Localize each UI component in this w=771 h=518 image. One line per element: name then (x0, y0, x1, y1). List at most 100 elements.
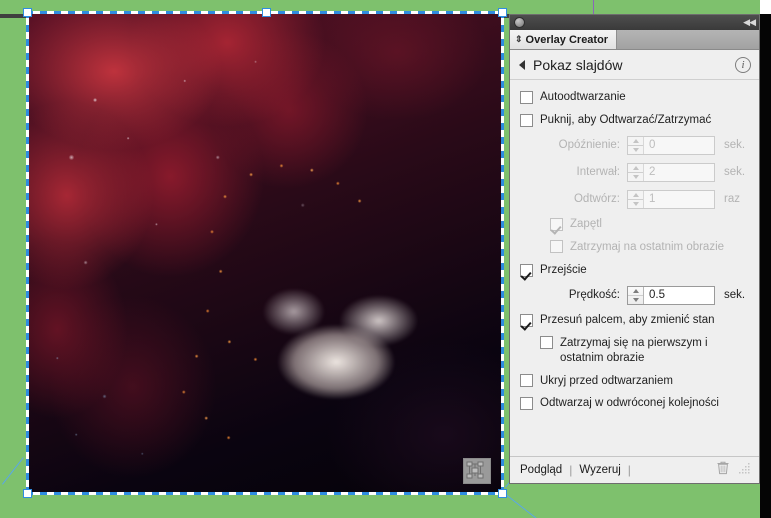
option-swipe-to-change[interactable]: Przesuń palcem, aby zmienić stan (520, 313, 749, 328)
nudibranch-photo[interactable] (29, 14, 501, 492)
repeat-increment-button[interactable] (628, 191, 643, 200)
photo-subject-layer (222, 219, 459, 449)
delay-increment-button[interactable] (628, 137, 643, 146)
back-arrow-icon[interactable] (519, 59, 525, 70)
delay-unit: sek. (724, 139, 746, 152)
chevron-up-icon (632, 138, 639, 143)
delay-decrement-button[interactable] (628, 146, 643, 154)
stop-last-frame-checkbox[interactable] (550, 239, 563, 253)
option-loop[interactable]: Zapętl (550, 217, 749, 232)
collapse-double-arrow-icon[interactable]: ◀◀ (743, 18, 756, 27)
resize-grip-icon[interactable] (739, 461, 751, 479)
option-stop-last-frame[interactable]: Zatrzymaj na ostatnim obrazie (550, 239, 749, 255)
overlay-creator-panel: ◀◀ ⇕ Overlay Creator Pokaz slajdów i Aut… (509, 14, 760, 484)
tab-overlay-creator[interactable]: ⇕ Overlay Creator (510, 30, 618, 49)
tab-label: Overlay Creator (525, 33, 609, 46)
chevron-up-icon (632, 165, 639, 170)
repeat-input[interactable]: 1 (644, 191, 714, 208)
footer-separator-1: | (569, 463, 573, 477)
field-delay[interactable]: Opóźnienie: 0 sek. (520, 135, 749, 155)
interval-increment-button[interactable] (628, 164, 643, 173)
resize-handle-top-right[interactable] (498, 8, 507, 17)
repeat-stepper[interactable]: 1 (627, 189, 715, 209)
trash-icon[interactable] (716, 460, 730, 480)
tap-to-play-checkbox[interactable] (520, 113, 533, 127)
option-hide-before-play[interactable]: Ukryj przed odtwarzaniem (520, 374, 749, 389)
option-reverse-order[interactable]: Odtwarzaj w odwróconej kolejności (520, 396, 749, 411)
speed-stepper[interactable]: 0.5 (627, 285, 715, 305)
repeat-label: Odtwórz: (573, 193, 620, 206)
delay-stepper[interactable]: 0 (627, 135, 715, 155)
footer-separator-2: | (627, 463, 631, 477)
reset-button[interactable]: Wyzeruj (579, 464, 620, 476)
option-tap-to-play[interactable]: Puknij, aby Odtwarzać/Zatrzymać (520, 113, 749, 128)
background-white-strip (760, 0, 771, 14)
resize-handle-top-center[interactable] (262, 8, 271, 17)
app-screen: ◀◀ ⇕ Overlay Creator Pokaz slajdów i Aut… (0, 0, 771, 518)
repeat-stepper-buttons[interactable] (628, 190, 644, 208)
speed-input[interactable]: 0.5 (644, 287, 714, 304)
overlay-widget-badge-icon[interactable] (463, 458, 491, 484)
delay-input[interactable]: 0 (644, 137, 714, 154)
image-canvas[interactable] (23, 8, 507, 498)
interval-label: Interwał: (576, 166, 620, 179)
option-stop-first-last[interactable]: Zatrzymaj się na pierwszym i ostatnim ob… (540, 335, 749, 366)
interval-stepper[interactable]: 2 (627, 162, 715, 182)
chevron-down-icon (632, 174, 639, 179)
interval-stepper-buttons[interactable] (628, 163, 644, 181)
swipe-to-change-checkbox[interactable] (520, 313, 533, 327)
chevron-down-icon (632, 201, 639, 206)
loop-checkbox[interactable] (550, 217, 563, 231)
speed-stepper-buttons[interactable] (628, 286, 644, 304)
speed-label: Prędkość: (568, 289, 620, 302)
autoplay-checkbox[interactable] (520, 90, 533, 104)
tap-to-play-label: Puknij, aby Odtwarzać/Zatrzymać (540, 113, 712, 126)
resize-handle-top-left[interactable] (23, 8, 32, 17)
swipe-to-change-label: Przesuń palcem, aby zmienić stan (540, 313, 715, 326)
resize-handle-bottom-right[interactable] (498, 489, 507, 498)
window-control-dot[interactable] (514, 17, 525, 28)
speed-decrement-button[interactable] (628, 296, 643, 304)
stop-first-last-label: Zatrzymaj się na pierwszym i ostatnim ob… (560, 336, 708, 364)
background-purple-line (593, 0, 594, 14)
info-icon[interactable]: i (735, 56, 751, 73)
panel-header: Pokaz slajdów i (510, 50, 759, 80)
chevron-down-icon (632, 147, 639, 152)
field-interval[interactable]: Interwał: 2 sek. (520, 162, 749, 182)
reverse-order-label: Odtwarzaj w odwróconej kolejności (540, 397, 719, 410)
speed-increment-button[interactable] (628, 287, 643, 296)
autoplay-label: Autoodtwarzanie (540, 91, 626, 103)
interval-decrement-button[interactable] (628, 173, 643, 181)
field-repeat[interactable]: Odtwórz: 1 raz (520, 189, 749, 209)
repeat-decrement-button[interactable] (628, 200, 643, 208)
interval-unit: sek. (724, 166, 746, 179)
stop-first-last-checkbox[interactable] (540, 335, 553, 349)
background-right-edge (760, 0, 771, 518)
stop-last-frame-label: Zatrzymaj na ostatnim obrazie (570, 240, 725, 253)
delay-label: Opóźnienie: (558, 139, 620, 152)
selection-edge-bottom (26, 492, 504, 495)
panel-tabbar: ⇕ Overlay Creator (510, 30, 759, 50)
reverse-order-checkbox[interactable] (520, 397, 533, 411)
repeat-unit: raz (724, 193, 740, 206)
speed-unit: sek. (724, 289, 746, 302)
loop-label: Zapętl (570, 217, 602, 230)
transition-checkbox[interactable] (520, 263, 533, 277)
hide-before-play-label: Ukryj przed odtwarzaniem (540, 374, 673, 387)
field-speed[interactable]: Prędkość: 0.5 sek. (520, 285, 749, 305)
panel-footer: Podgląd | Wyzeruj | (510, 456, 759, 483)
resize-handle-bottom-left[interactable] (23, 489, 32, 498)
panel-titlebar[interactable]: ◀◀ (510, 15, 759, 30)
option-autoplay[interactable]: Autoodtwarzanie (520, 90, 749, 105)
delay-stepper-buttons[interactable] (628, 136, 644, 154)
preview-button[interactable]: Podgląd (520, 464, 562, 476)
chevron-up-icon (632, 288, 639, 293)
hide-before-play-checkbox[interactable] (520, 374, 533, 388)
tabbar-filler (617, 30, 759, 49)
panel-body: Autoodtwarzanie Puknij, aby Odtwarzać/Za… (510, 80, 759, 456)
interval-input[interactable]: 2 (644, 164, 714, 181)
selection-edge-right (501, 11, 504, 495)
option-transition[interactable]: Przejście (520, 263, 749, 278)
chevron-up-icon (632, 192, 639, 197)
page-title: Pokaz slajdów (533, 56, 623, 73)
